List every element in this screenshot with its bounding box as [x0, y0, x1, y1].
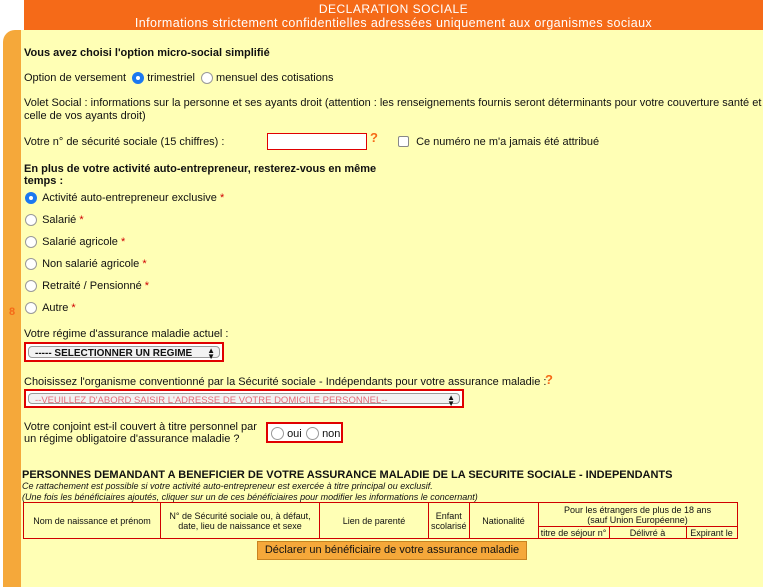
- col-nom: Nom de naissance et prénom: [23, 502, 161, 539]
- col-titre-sejour: titre de séjour n°: [537, 526, 610, 539]
- regime-select-value: ----- SELECTIONNER UN REGIME: [35, 348, 193, 359]
- conjoint-oui[interactable]: oui: [271, 427, 302, 440]
- select-arrows-icon: ▲ ▼: [447, 393, 455, 408]
- conjoint-line-2: un régime obligatoire d'assurance maladi…: [24, 433, 240, 445]
- radio-activite-exclusive[interactable]: [25, 192, 37, 204]
- col-lien: Lien de parenté: [319, 502, 429, 539]
- form-panel: Vous avez choisi l'option micro-social s…: [21, 30, 763, 587]
- required-marker: *: [79, 214, 84, 226]
- step-sidebar: 8: [3, 30, 21, 587]
- activite-option-label: Activité auto-entrepreneur exclusive: [42, 192, 217, 204]
- activite-option-label: Autre: [42, 302, 69, 314]
- conjoint-line-1: Votre conjoint est-il couvert à titre pe…: [24, 421, 257, 433]
- organisme-select-value: --VEUILLEZ D'ABORD SAISIR L'ADRESSE DE V…: [35, 395, 388, 406]
- help-icon[interactable]: ?: [370, 130, 378, 145]
- declare-beneficiary-button[interactable]: Déclarer un bénéficiaire de votre assura…: [257, 541, 527, 560]
- col-delivre: Délivré à: [608, 526, 687, 539]
- col-etrangers-line-2: (sauf Union Européenne): [587, 514, 688, 525]
- regime-select[interactable]: ----- SELECTIONNER UN REGIME ▲ ▼: [24, 342, 224, 362]
- conjoint-radio-group: oui non: [266, 422, 343, 443]
- activite-option[interactable]: Retraité / Pensionné *: [25, 280, 149, 292]
- activite-heading-2: temps :: [24, 175, 64, 187]
- activite-option[interactable]: Activité auto-entrepreneur exclusive *: [25, 192, 224, 204]
- col-secu-line-1: N° de Sécurité sociale ou, à défaut,: [169, 510, 311, 521]
- mensuel-label: mensuel des cotisations: [216, 72, 334, 84]
- secu-number-input[interactable]: [267, 133, 367, 150]
- organisme-label: Choisissez l'organisme conventionné par …: [24, 376, 547, 388]
- step-number: 8: [8, 306, 16, 318]
- activite-option[interactable]: Non salarié agricole *: [25, 258, 147, 270]
- radio-salarie-agricole[interactable]: [25, 236, 37, 248]
- required-marker: *: [142, 258, 147, 270]
- required-marker: *: [144, 280, 150, 292]
- volet-line-2: celle de vos ayants droit): [24, 110, 146, 122]
- secu-label: Votre n° de sécurité sociale (15 chiffre…: [24, 136, 225, 148]
- versement-label: Option de versement: [24, 72, 127, 84]
- option-heading: Vous avez choisi l'option micro-social s…: [24, 47, 270, 59]
- required-marker: *: [220, 192, 225, 204]
- beneficiaires-note-1: Ce rattachement est possible si votre ac…: [22, 481, 433, 491]
- col-etrangers: Pour les étrangers de plus de 18 ans (sa…: [537, 502, 738, 527]
- organisme-select[interactable]: --VEUILLEZ D'ABORD SAISIR L'ADRESSE DE V…: [24, 389, 464, 408]
- activite-option-label: Salarié agricole: [42, 236, 118, 248]
- conjoint-non[interactable]: non: [306, 427, 340, 440]
- radio-non[interactable]: [306, 427, 319, 440]
- non-label: non: [322, 428, 341, 440]
- required-marker: *: [71, 302, 76, 314]
- radio-salarie[interactable]: [25, 214, 37, 226]
- header-title: DECLARATION SOCIALE: [318, 2, 469, 16]
- activite-option[interactable]: Salarié *: [25, 214, 84, 226]
- page-header: DECLARATION SOCIALE Informations stricte…: [24, 0, 763, 30]
- activite-option[interactable]: Autre *: [25, 302, 76, 314]
- help-icon[interactable]: ?: [545, 372, 553, 387]
- activite-option-label: Salarié: [42, 214, 77, 226]
- beneficiaires-note-2: (Une fois les bénéficiaires ajoutés, cli…: [22, 492, 478, 502]
- col-secu-line-2: date, lieu de naissance et sexe: [178, 520, 302, 531]
- col-etrangers-line-1: Pour les étrangers de plus de 18 ans: [563, 504, 712, 515]
- select-arrows-icon: ▲ ▼: [207, 346, 215, 361]
- beneficiaires-table: Nom de naissance et prénom N° de Sécurit…: [23, 502, 738, 539]
- col-enfant-line-2: scolarisé: [431, 520, 467, 531]
- never-assigned-checkbox[interactable]: [398, 136, 409, 147]
- col-expirant: Expirant le: [685, 526, 738, 539]
- radio-autre[interactable]: [25, 302, 37, 314]
- radio-trimestriel[interactable]: [132, 72, 145, 84]
- radio-non-salarie-agricole[interactable]: [25, 258, 37, 270]
- regime-label: Votre régime d'assurance maladie actuel …: [24, 328, 229, 340]
- col-enfant-line-1: Enfant: [435, 510, 462, 521]
- col-secu: N° de Sécurité sociale ou, à défaut, dat…: [160, 502, 320, 539]
- oui-label: oui: [287, 428, 302, 440]
- col-enfant: Enfant scolarisé: [428, 502, 470, 539]
- never-assigned-row: Ce numéro ne m'a jamais été attribué: [398, 136, 599, 148]
- activite-option-label: Non salarié agricole: [42, 258, 140, 270]
- beneficiaires-title: PERSONNES DEMANDANT A BENEFICIER DE VOTR…: [22, 469, 673, 481]
- activite-heading-1: En plus de votre activité auto-entrepren…: [24, 163, 377, 175]
- trimestriel-label: trimestriel: [147, 72, 195, 84]
- col-nationalite: Nationalité: [468, 502, 539, 539]
- volet-line-1: Volet Social : informations sur la perso…: [24, 97, 762, 109]
- activite-option-label: Retraité / Pensionné: [42, 280, 142, 292]
- header-subtitle: Informations strictement confidentielles…: [134, 16, 653, 30]
- radio-oui[interactable]: [271, 427, 284, 440]
- radio-mensuel[interactable]: [200, 72, 213, 84]
- activite-option[interactable]: Salarié agricole *: [25, 236, 125, 248]
- versement-row: Option de versement trimestriel mensuel …: [24, 72, 333, 84]
- radio-retraite[interactable]: [25, 280, 37, 292]
- required-marker: *: [120, 236, 126, 248]
- never-assigned-label: Ce numéro ne m'a jamais été attribué: [416, 136, 600, 148]
